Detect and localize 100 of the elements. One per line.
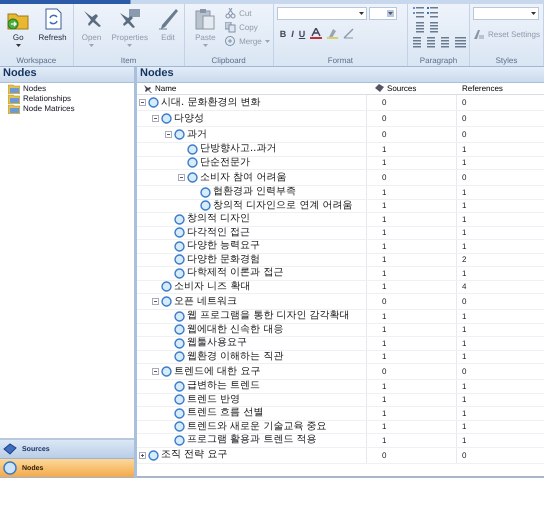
table-cell: 1 xyxy=(367,213,457,226)
node-circle-icon xyxy=(174,310,185,322)
node-circle-icon xyxy=(174,268,185,279)
table-cell-text: 1 xyxy=(461,394,468,406)
table-cell: 1 xyxy=(367,280,457,293)
table-cell-text: 4 xyxy=(461,281,468,293)
table-cell-text: 0 xyxy=(461,366,468,378)
table-cell-text: 2 xyxy=(461,254,468,266)
node-name[interactable]: 프로그램 활용과 트렌드 적용 xyxy=(187,434,317,446)
expander-icon[interactable] xyxy=(152,298,159,305)
align-icon[interactable] xyxy=(426,37,438,48)
size-field[interactable] xyxy=(368,7,397,20)
ribbon-button[interactable]: Refresh xyxy=(36,7,70,42)
table-cell: 0 xyxy=(367,448,457,462)
group-label: Format xyxy=(326,55,354,66)
node-name[interactable]: 조직 전략 요구 xyxy=(161,449,228,461)
node-name[interactable]: 오픈 네트워크 xyxy=(174,296,238,308)
style-field[interactable] xyxy=(472,7,539,20)
table-cell-text: 1 xyxy=(461,421,468,433)
node-name[interactable]: 다양한 능력요구 xyxy=(187,240,260,252)
node-name[interactable]: 웹에대한 신속한 대응 xyxy=(187,324,284,336)
format-toggle[interactable]: U xyxy=(298,28,306,38)
node-name[interactable]: 다학제적 이론과 접근 xyxy=(187,267,284,280)
table-cell-text: 0 xyxy=(461,172,468,184)
table-cell: 1 xyxy=(367,200,457,212)
caret-icon xyxy=(16,44,21,47)
node-name[interactable]: 다각적인 접근 xyxy=(187,226,250,239)
node-name[interactable]: 웹환경 이해하는 직관 xyxy=(187,350,284,363)
node-name[interactable]: 소비자 니즈 확대 xyxy=(174,280,250,293)
merge-circle-icon xyxy=(225,36,236,47)
column-header[interactable]: Name xyxy=(137,83,367,94)
table-cell: 1 xyxy=(367,186,457,198)
node-circle-icon xyxy=(174,380,185,392)
folder-item[interactable]: Nodes xyxy=(0,83,134,93)
node-name[interactable]: 창의적 디자인으로 연계 어려움 xyxy=(213,200,353,212)
table-cell-text: 1 xyxy=(461,338,468,350)
font-color-icon[interactable] xyxy=(310,28,322,39)
node-name[interactable]: 과거 xyxy=(187,128,207,140)
node-name[interactable]: 단방향사고..과거 xyxy=(200,143,276,156)
align-icon[interactable] xyxy=(440,37,452,48)
table-cell: 1 xyxy=(367,394,457,406)
node-name[interactable]: 웹툴사용요구 xyxy=(187,337,247,350)
expander-icon[interactable] xyxy=(165,131,172,138)
table-cell: 1 xyxy=(367,240,457,252)
numbered-list-icon[interactable] xyxy=(426,7,438,18)
node-circle-icon xyxy=(174,394,185,406)
node-name[interactable]: 소비자 참여 어려움 xyxy=(200,172,286,184)
node-name[interactable]: 협환경과 인력부족 xyxy=(213,186,296,198)
node-circle-icon xyxy=(174,408,185,419)
node-circle-icon xyxy=(161,113,172,124)
folder-item[interactable]: Relationships xyxy=(0,93,134,103)
table-cell-text: 0 xyxy=(461,296,468,308)
node-name[interactable]: 트렌드 반영 xyxy=(187,394,240,406)
caret-icon xyxy=(127,44,132,47)
node-name[interactable]: 웹 프로그램을 통한 디자인 감각확대 xyxy=(187,310,350,322)
node-circle-icon xyxy=(174,129,185,140)
node-circle-icon xyxy=(187,144,198,155)
bullet-list-icon[interactable] xyxy=(412,7,424,18)
node-name[interactable]: 트렌드에 대한 요구 xyxy=(174,366,260,378)
node-name[interactable]: 급변하는 트렌드 xyxy=(187,380,260,392)
caret-icon xyxy=(530,12,536,15)
table-cell: 0 xyxy=(367,127,457,142)
group-label: Paragraph xyxy=(418,55,458,66)
folder-item[interactable]: Node Matrices xyxy=(0,103,134,113)
table-cell: 1 xyxy=(367,310,457,322)
align-icon[interactable] xyxy=(454,37,466,48)
expander-icon[interactable] xyxy=(139,452,146,458)
node-name[interactable]: 트렌드 흐름 선별 xyxy=(187,407,264,420)
node-name[interactable]: 다양한 문화경험 xyxy=(187,254,260,266)
group-label: Workspace xyxy=(15,55,58,66)
format-toggle[interactable]: B xyxy=(280,28,286,38)
table-cell-text: 1 xyxy=(461,380,468,392)
ribbon-button[interactable]: Go xyxy=(3,7,34,47)
table-cell: 1 xyxy=(367,380,457,392)
table-cell-text: 1 xyxy=(461,214,468,226)
node-name[interactable]: 단순전문가 xyxy=(200,156,250,169)
node-circle-icon xyxy=(148,450,159,460)
folder-icon xyxy=(8,92,20,104)
panel-title: Nodes xyxy=(0,67,134,83)
table-cell-text: 1 xyxy=(461,157,468,169)
table-cell-text: 1 xyxy=(461,408,468,420)
expander-icon[interactable] xyxy=(152,368,159,375)
align-icon[interactable] xyxy=(412,37,424,48)
node-circle-icon xyxy=(161,281,172,292)
table-cell: 1 xyxy=(367,420,457,433)
node-name[interactable]: 트렌드와 새로운 기술교육 중요 xyxy=(187,420,327,433)
font-field[interactable] xyxy=(276,7,367,20)
expander-icon[interactable] xyxy=(178,174,185,181)
highlight-icon[interactable] xyxy=(327,28,338,39)
node-name[interactable]: 시대. 문화환경의 변화 xyxy=(161,96,261,108)
column-header[interactable]: Sources xyxy=(367,83,457,94)
format-toggle[interactable]: I xyxy=(291,28,294,38)
eraser-icon[interactable] xyxy=(343,28,354,39)
column-header[interactable]: References xyxy=(457,83,544,94)
expander-icon[interactable] xyxy=(139,99,146,106)
expander-icon[interactable] xyxy=(152,115,159,122)
node-circle-icon xyxy=(174,338,185,349)
node-name[interactable]: 다양성 xyxy=(174,112,204,124)
node-name[interactable]: 창의적 디자인 xyxy=(187,213,250,226)
node-circle-icon xyxy=(161,366,172,377)
